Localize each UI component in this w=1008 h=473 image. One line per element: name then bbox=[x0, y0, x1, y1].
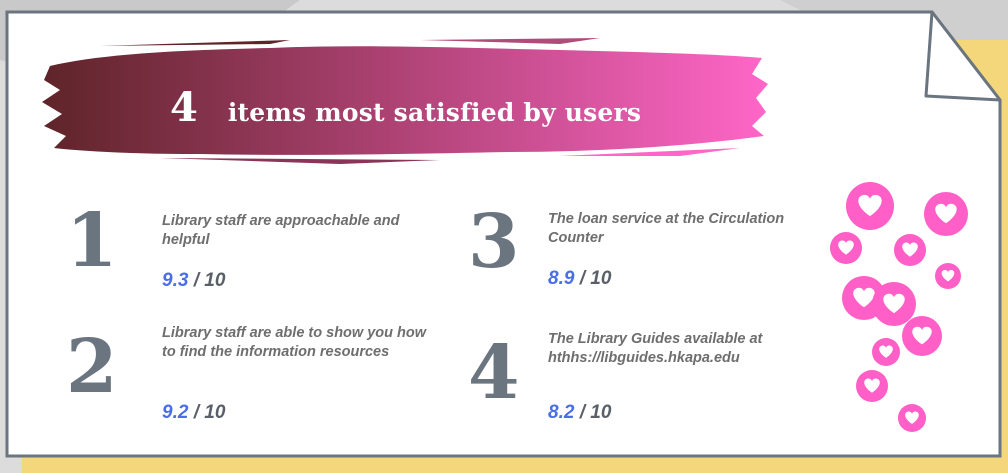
score-value: 8.9 bbox=[548, 268, 575, 289]
banner-count: 4 bbox=[170, 84, 198, 131]
score-out-of: / 10 bbox=[574, 268, 612, 289]
item-rank-1: 1 bbox=[66, 198, 118, 284]
score-out-of: / 10 bbox=[188, 402, 226, 423]
item-rank-3: 3 bbox=[468, 199, 520, 285]
score-out-of: / 10 bbox=[574, 402, 612, 423]
item-rank-2: 2 bbox=[66, 324, 118, 410]
score-value: 8.2 bbox=[548, 402, 575, 423]
heart-bubbles-icon bbox=[830, 182, 968, 432]
item-score-4: 8.2 / 10 bbox=[548, 402, 611, 424]
item-text-2: Library staff are able to show you how t… bbox=[162, 325, 427, 361]
banner-title: 4 items most satisfied by users bbox=[170, 84, 642, 131]
item-score-2: 9.2 / 10 bbox=[162, 402, 225, 424]
item-score-1: 9.3 / 10 bbox=[162, 270, 225, 292]
item-text-3: The loan service at the Circulation Coun… bbox=[548, 211, 785, 247]
item-text-4: The Library Guides available at hthhs://… bbox=[548, 331, 763, 367]
banner-heading: items most satisfied by users bbox=[227, 98, 642, 127]
item-score-3: 8.9 / 10 bbox=[548, 268, 611, 290]
item-rank-4: 4 bbox=[468, 330, 520, 416]
score-value: 9.3 bbox=[162, 270, 189, 291]
item-text-1: Library staff are approachable and helpf… bbox=[162, 213, 400, 249]
score-value: 9.2 bbox=[162, 402, 189, 423]
score-out-of: / 10 bbox=[188, 270, 226, 291]
